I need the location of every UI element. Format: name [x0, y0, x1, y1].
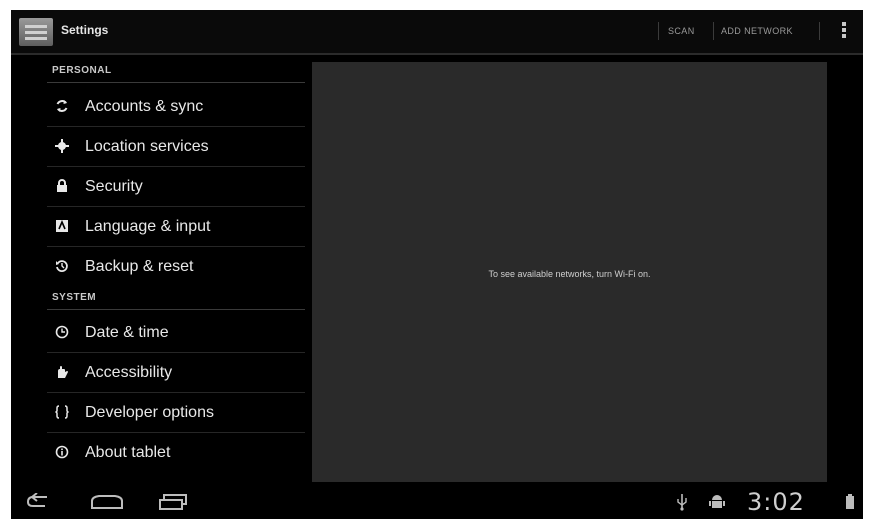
action-separator: [819, 22, 820, 40]
status-clock: 3:02: [747, 488, 805, 516]
sidebar-item-security[interactable]: Security: [47, 167, 305, 207]
scan-button[interactable]: SCAN: [668, 26, 695, 36]
action-separator: [713, 22, 714, 40]
wifi-off-message: To see available networks, turn Wi-Fi on…: [488, 269, 651, 279]
sync-icon: [55, 99, 69, 113]
clock-icon: [55, 325, 69, 339]
system-navigation-bar: 3:02: [11, 484, 863, 519]
settings-sidebar: PERSONAL Accounts & sync Location servic…: [11, 55, 306, 475]
sidebar-item-label: Language & input: [85, 218, 211, 235]
sidebar-item-developer-options[interactable]: Developer options: [47, 393, 305, 433]
sidebar-item-label: Date & time: [85, 324, 169, 341]
hand-icon: [55, 365, 69, 379]
sidebar-item-label: About tablet: [85, 444, 171, 461]
tablet-screen: Settings SCAN ADD NETWORK PERSONAL Accou…: [11, 10, 863, 519]
section-header-personal: PERSONAL: [52, 65, 112, 76]
sidebar-item-language-input[interactable]: Language & input: [47, 207, 305, 247]
sidebar-item-backup-reset[interactable]: Backup & reset: [47, 247, 305, 287]
sidebar-item-label: Location services: [85, 138, 209, 155]
section-header-system: SYSTEM: [52, 292, 97, 303]
action-bar: Settings SCAN ADD NETWORK: [11, 10, 863, 55]
braces-icon: [54, 405, 70, 419]
location-icon: [55, 139, 69, 153]
usb-icon: [675, 493, 689, 511]
section-divider: [47, 82, 305, 83]
android-debug-icon: [709, 493, 725, 511]
sidebar-item-label: Security: [85, 178, 143, 195]
keyboard-icon: [55, 219, 69, 233]
page-title: Settings: [61, 23, 109, 37]
sidebar-item-location-services[interactable]: Location services: [47, 127, 305, 167]
overflow-menu-icon[interactable]: [837, 20, 851, 44]
sidebar-item-label: Accounts & sync: [85, 98, 204, 115]
info-icon: [55, 445, 69, 459]
sidebar-item-accessibility[interactable]: Accessibility: [47, 353, 305, 393]
sidebar-item-about-tablet[interactable]: About tablet: [47, 433, 305, 473]
backup-icon: [55, 259, 69, 273]
sidebar-item-label: Accessibility: [85, 364, 173, 381]
recents-icon[interactable]: [156, 493, 190, 511]
lock-icon: [55, 179, 69, 193]
action-separator: [658, 22, 659, 40]
home-icon[interactable]: [89, 493, 123, 511]
section-divider: [47, 309, 305, 310]
sidebar-item-label: Developer options: [85, 404, 214, 421]
battery-icon: [845, 493, 855, 511]
sidebar-item-accounts-sync[interactable]: Accounts & sync: [47, 87, 305, 127]
sidebar-item-date-time[interactable]: Date & time: [47, 313, 305, 353]
back-icon[interactable]: [23, 492, 57, 511]
settings-app-icon[interactable]: [19, 18, 53, 46]
wifi-content-panel: To see available networks, turn Wi-Fi on…: [312, 62, 827, 482]
sidebar-item-label: Backup & reset: [85, 258, 194, 275]
add-network-button[interactable]: ADD NETWORK: [721, 26, 793, 36]
